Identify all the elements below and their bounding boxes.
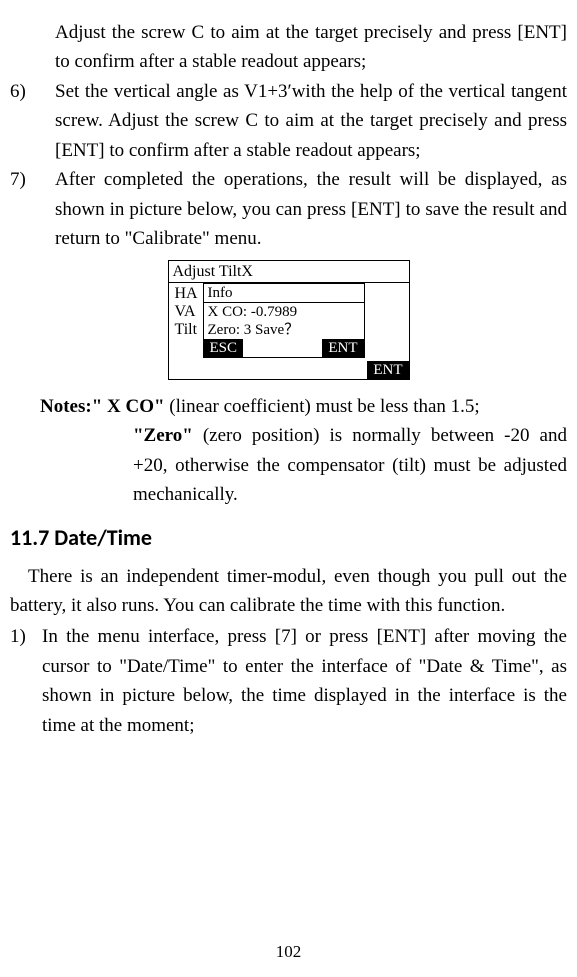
device-screen: Adjust TiltX HA VA Tilt Info X CO: -0.79…: [168, 260, 410, 380]
datetime-step1: 1) In the menu interface, press [7] or p…: [10, 622, 567, 740]
step7: 7) After completed the operations, the r…: [10, 165, 567, 253]
device-title: Adjust TiltX: [169, 261, 409, 283]
page-number: 102: [0, 939, 577, 965]
datetime-step1-number: 1): [10, 622, 42, 740]
step5-continuation: Adjust the screw C to aim at the target …: [55, 18, 567, 77]
step6: 6) Set the vertical angle as V1+3′with t…: [10, 77, 567, 165]
device-ent-button[interactable]: ENT: [367, 361, 408, 379]
notes-xco-text: (linear coefficient) must be less than 1…: [165, 396, 480, 417]
step7-number: 7): [10, 165, 55, 253]
popup-line-xco: X CO: -0.7989: [204, 303, 364, 321]
notes-zero: "Zero" (zero position) is normally betwe…: [133, 421, 567, 509]
device-popup: Info X CO: -0.7989 Zero: 3 Save？ ESC ENT: [203, 283, 365, 358]
popup-esc-button[interactable]: ESC: [204, 339, 244, 357]
page: Adjust the screw C to aim at the target …: [0, 0, 577, 977]
device-figure: Adjust TiltX HA VA Tilt Info X CO: -0.79…: [10, 260, 567, 380]
section-heading-11-7: 11.7 Date/Time: [10, 521, 567, 555]
notes-zero-label: "Zero": [133, 425, 193, 446]
step6-number: 6): [10, 77, 55, 165]
popup-line-zero: Zero: 3 Save？: [204, 321, 364, 339]
step7-text: After completed the operations, the resu…: [55, 165, 567, 253]
datetime-step1-text: In the menu interface, press [7] or pres…: [42, 622, 567, 740]
notes-xco-label: " X CO": [92, 396, 165, 417]
section-intro: There is an independent timer-modul, eve…: [10, 562, 567, 621]
device-body: HA VA Tilt Info X CO: -0.7989 Zero: 3 Sa…: [169, 283, 409, 379]
notes-label: Notes:: [40, 392, 92, 421]
notes-block: Notes: " X CO" (linear coefficient) must…: [40, 392, 567, 510]
notes-zero-text: (zero position) is normally between -20 …: [133, 425, 567, 505]
popup-ent-button[interactable]: ENT: [322, 339, 363, 357]
popup-title: Info: [204, 284, 364, 303]
step6-text: Set the vertical angle as V1+3′with the …: [55, 77, 567, 165]
notes-xco: " X CO" (linear coefficient) must be les…: [92, 392, 480, 421]
